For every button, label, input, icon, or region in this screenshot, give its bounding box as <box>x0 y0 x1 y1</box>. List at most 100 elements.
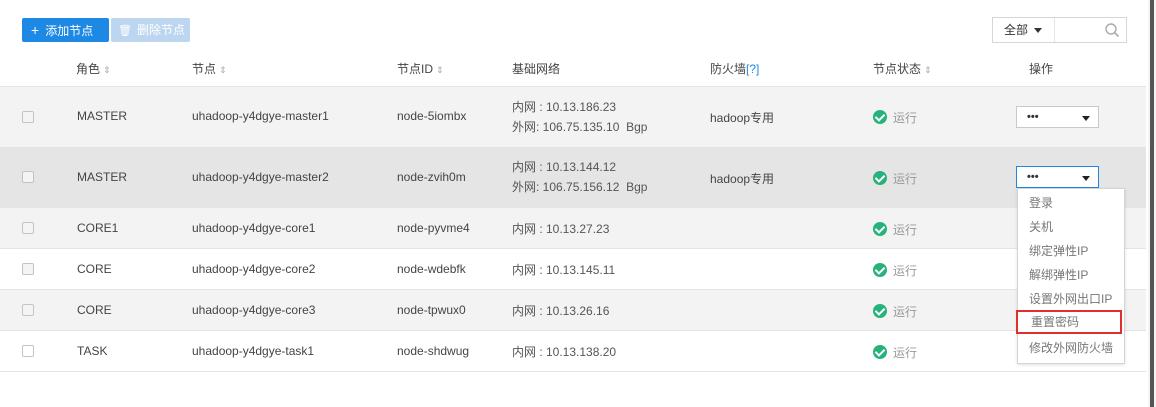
network-cell: 内网 : 10.13.26.16 <box>512 301 609 321</box>
role-cell: TASK <box>77 344 108 358</box>
outer-ip: 外网: 106.75.135.10 Bgp <box>512 120 648 134</box>
menu-item-login[interactable]: 登录 <box>1018 191 1124 215</box>
status-label: 运行 <box>893 223 918 237</box>
node-cell: uhadoop-y4dgye-master2 <box>192 170 329 184</box>
role-cell: MASTER <box>77 170 128 184</box>
more-icon: ••• <box>1027 111 1039 123</box>
table-row: CORE1 uhadoop-y4dgye-core1 node-pyvme4 内… <box>0 208 1146 249</box>
ops-dropdown[interactable]: ••• <box>1016 166 1099 188</box>
node-cell: uhadoop-y4dgye-core2 <box>192 262 316 276</box>
sort-icon: ⇕ <box>436 65 444 75</box>
filter-box: 全部 <box>992 17 1127 43</box>
network-cell: 内网 : 10.13.144.12 外网: 106.75.156.12 Bgp <box>512 157 647 197</box>
add-node-button[interactable]: + 添加节点 <box>22 18 109 42</box>
status-cell: 运行 <box>873 109 917 126</box>
table-row: CORE uhadoop-y4dgye-core2 node-wdebfk 内网… <box>0 249 1146 290</box>
filter-select[interactable]: 全部 <box>993 18 1055 42</box>
network-cell: 内网 : 10.13.27.23 <box>512 219 609 239</box>
node-id-cell: node-shdwug <box>397 344 470 358</box>
row-checkbox[interactable] <box>22 304 34 316</box>
menu-item-unbind-eip[interactable]: 解绑弹性IP <box>1018 263 1124 287</box>
search-input[interactable] <box>1056 18 1104 42</box>
role-cell: CORE <box>77 262 112 276</box>
row-checkbox[interactable] <box>22 345 34 357</box>
inner-ip: 内网 : 10.13.26.16 <box>512 304 610 318</box>
check-circle-icon <box>873 345 887 359</box>
node-id-cell: node-wdebfk <box>397 262 466 276</box>
row-checkbox[interactable] <box>22 111 34 123</box>
ops-menu: 登录 关机 绑定弹性IP 解绑弹性IP 设置外网出口IP 重置密码 修改外网防火… <box>1016 188 1125 364</box>
check-circle-icon <box>873 304 887 318</box>
delete-node-button[interactable]: 🗑 删除节点 <box>111 18 190 42</box>
status-cell: 运行 <box>873 262 917 279</box>
trash-icon: 🗑 <box>118 25 132 37</box>
col-node-label: 节点 <box>192 62 217 76</box>
check-circle-icon <box>873 171 887 185</box>
col-ops: 操作 <box>1029 56 1053 82</box>
col-node-id-label: 节点ID <box>397 62 434 76</box>
node-cell: uhadoop-y4dgye-core1 <box>192 221 316 235</box>
table-row: CORE uhadoop-y4dgye-core3 node-tpwux0 内网… <box>0 290 1146 331</box>
node-id-cell: node-tpwux0 <box>397 303 466 317</box>
col-firewall-label: 防火墙 <box>710 62 747 76</box>
caret-down-icon <box>1034 28 1043 34</box>
col-status-label: 节点状态 <box>873 62 922 76</box>
node-id-cell: node-pyvme4 <box>397 221 470 235</box>
check-circle-icon <box>873 110 887 124</box>
status-cell: 运行 <box>873 344 917 361</box>
network-cell: 内网 : 10.13.186.23 外网: 106.75.135.10 Bgp <box>512 97 647 137</box>
row-checkbox[interactable] <box>22 171 34 183</box>
status-label: 运行 <box>893 172 918 186</box>
firewall-help-link[interactable]: [?] <box>746 62 759 76</box>
status-label: 运行 <box>893 305 918 319</box>
menu-item-reset-password[interactable]: 重置密码 <box>1016 310 1122 334</box>
network-cell: 内网 : 10.13.145.11 <box>512 260 615 280</box>
col-ops-label: 操作 <box>1029 62 1054 76</box>
menu-item-shutdown[interactable]: 关机 <box>1018 215 1124 239</box>
table-row: MASTER uhadoop-y4dgye-master1 node-5iomb… <box>0 87 1146 148</box>
col-status[interactable]: 节点状态 ⇕ <box>873 56 932 83</box>
col-node[interactable]: 节点 ⇕ <box>192 56 227 83</box>
status-cell: 运行 <box>873 303 917 320</box>
status-label: 运行 <box>893 346 918 360</box>
search-icon[interactable] <box>1104 22 1120 38</box>
inner-ip: 内网 : 10.13.186.23 <box>512 100 617 114</box>
col-network: 基础网络 <box>512 56 560 82</box>
status-label: 运行 <box>893 111 918 125</box>
add-node-label: 添加节点 <box>45 24 94 38</box>
status-cell: 运行 <box>873 170 917 187</box>
menu-item-bind-eip[interactable]: 绑定弹性IP <box>1018 239 1124 263</box>
status-label: 运行 <box>893 264 918 278</box>
delete-node-label: 删除节点 <box>136 23 185 37</box>
node-id-cell: node-zvih0m <box>397 170 466 184</box>
sort-icon: ⇕ <box>219 65 227 75</box>
table-row: TASK uhadoop-y4dgye-task1 node-shdwug 内网… <box>0 331 1146 372</box>
caret-down-icon <box>1082 176 1090 181</box>
table-row: MASTER uhadoop-y4dgye-master2 node-zvih0… <box>0 148 1146 208</box>
scrollbar-thumb[interactable] <box>1150 0 1154 407</box>
filter-select-value: 全部 <box>1004 23 1029 37</box>
role-cell: CORE <box>77 303 112 317</box>
menu-item-edit-firewall[interactable]: 修改外网防火墙 <box>1018 336 1124 360</box>
node-cell: uhadoop-y4dgye-master1 <box>192 109 329 123</box>
status-cell: 运行 <box>873 221 917 238</box>
inner-ip: 内网 : 10.13.144.12 <box>512 160 617 174</box>
node-id-cell: node-5iombx <box>397 109 467 123</box>
caret-down-icon <box>1082 116 1090 121</box>
inner-ip: 内网 : 10.13.27.23 <box>512 222 610 236</box>
row-checkbox[interactable] <box>22 263 34 275</box>
menu-item-set-egress-ip[interactable]: 设置外网出口IP <box>1018 287 1124 311</box>
check-circle-icon <box>873 222 887 236</box>
role-cell: MASTER <box>77 109 128 123</box>
toolbar: + 添加节点 🗑 删除节点 全部 <box>0 0 1146 56</box>
node-cell: uhadoop-y4dgye-core3 <box>192 303 316 317</box>
more-icon: ••• <box>1027 171 1039 183</box>
sort-icon: ⇕ <box>924 65 932 75</box>
plus-icon: + <box>31 22 40 38</box>
col-node-id[interactable]: 节点ID ⇕ <box>397 56 444 83</box>
ops-dropdown[interactable]: ••• <box>1016 106 1099 128</box>
sort-icon: ⇕ <box>103 65 111 75</box>
col-role[interactable]: 角色 ⇕ <box>76 56 111 83</box>
inner-ip: 内网 : 10.13.145.11 <box>512 263 616 277</box>
row-checkbox[interactable] <box>22 222 34 234</box>
